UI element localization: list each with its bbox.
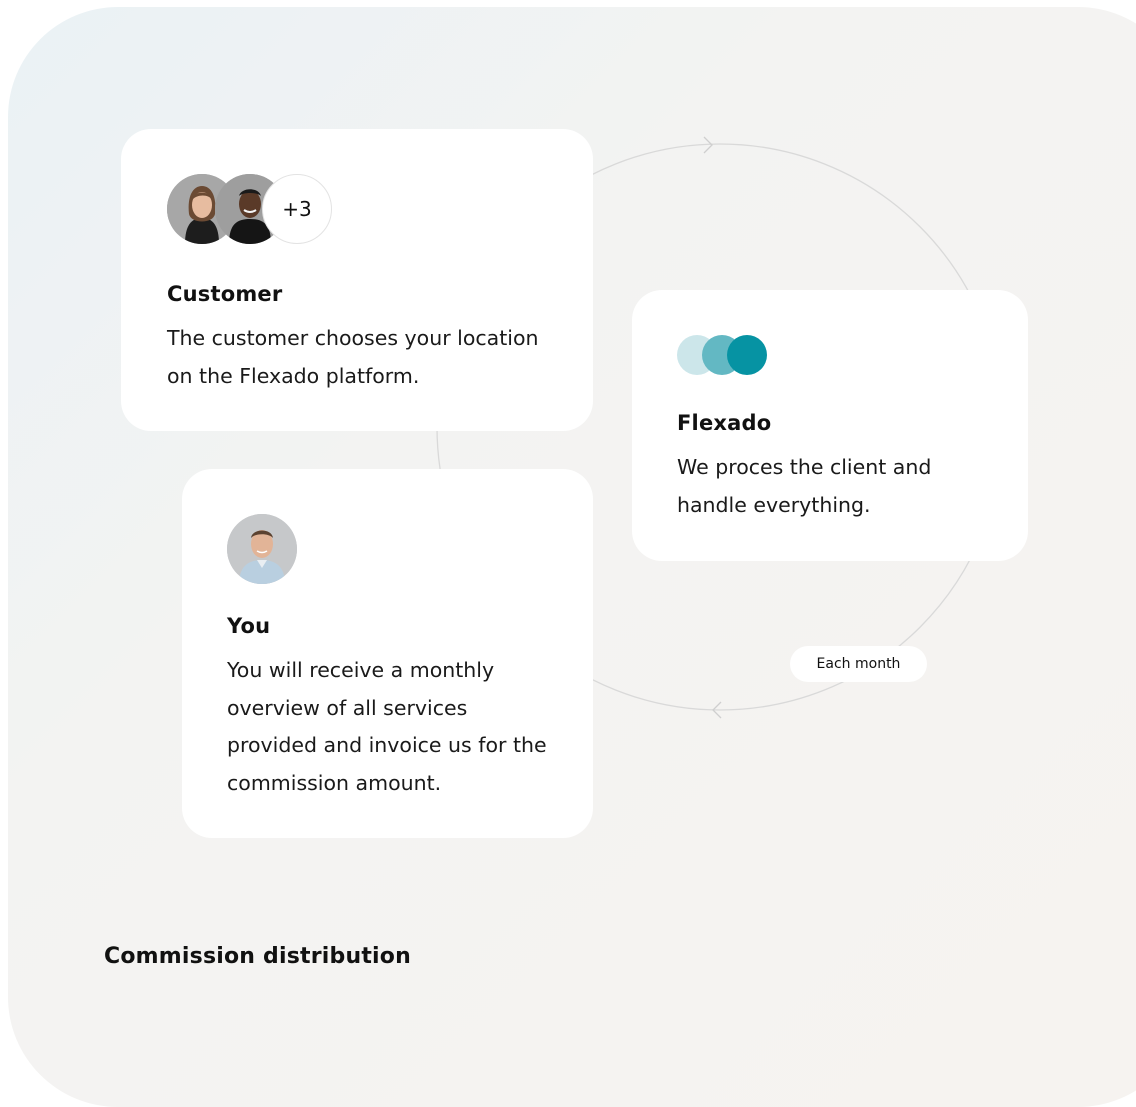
customer-title: Customer: [167, 282, 283, 306]
frequency-badge: Each month: [790, 646, 927, 682]
flexado-logo-icon: [677, 335, 983, 375]
more-customers-badge: +3: [262, 174, 332, 244]
flexado-card: Flexado We proces the client and handle …: [632, 290, 1028, 561]
you-description: You will receive a monthly overview of a…: [227, 658, 547, 795]
you-card: You You will receive a monthly overview …: [182, 469, 593, 838]
customer-avatars: +3: [167, 174, 547, 244]
customer-card: +3 Customer The customer chooses your lo…: [121, 129, 593, 431]
flexado-title: Flexado: [677, 411, 772, 435]
logo-circle-dark: [727, 335, 767, 375]
section-title: Commission distribution: [104, 944, 411, 969]
user-avatar: [227, 514, 297, 584]
flexado-description: We proces the client and handle everythi…: [677, 455, 932, 517]
you-title: You: [227, 614, 271, 638]
customer-description: The customer chooses your location on th…: [167, 326, 539, 388]
